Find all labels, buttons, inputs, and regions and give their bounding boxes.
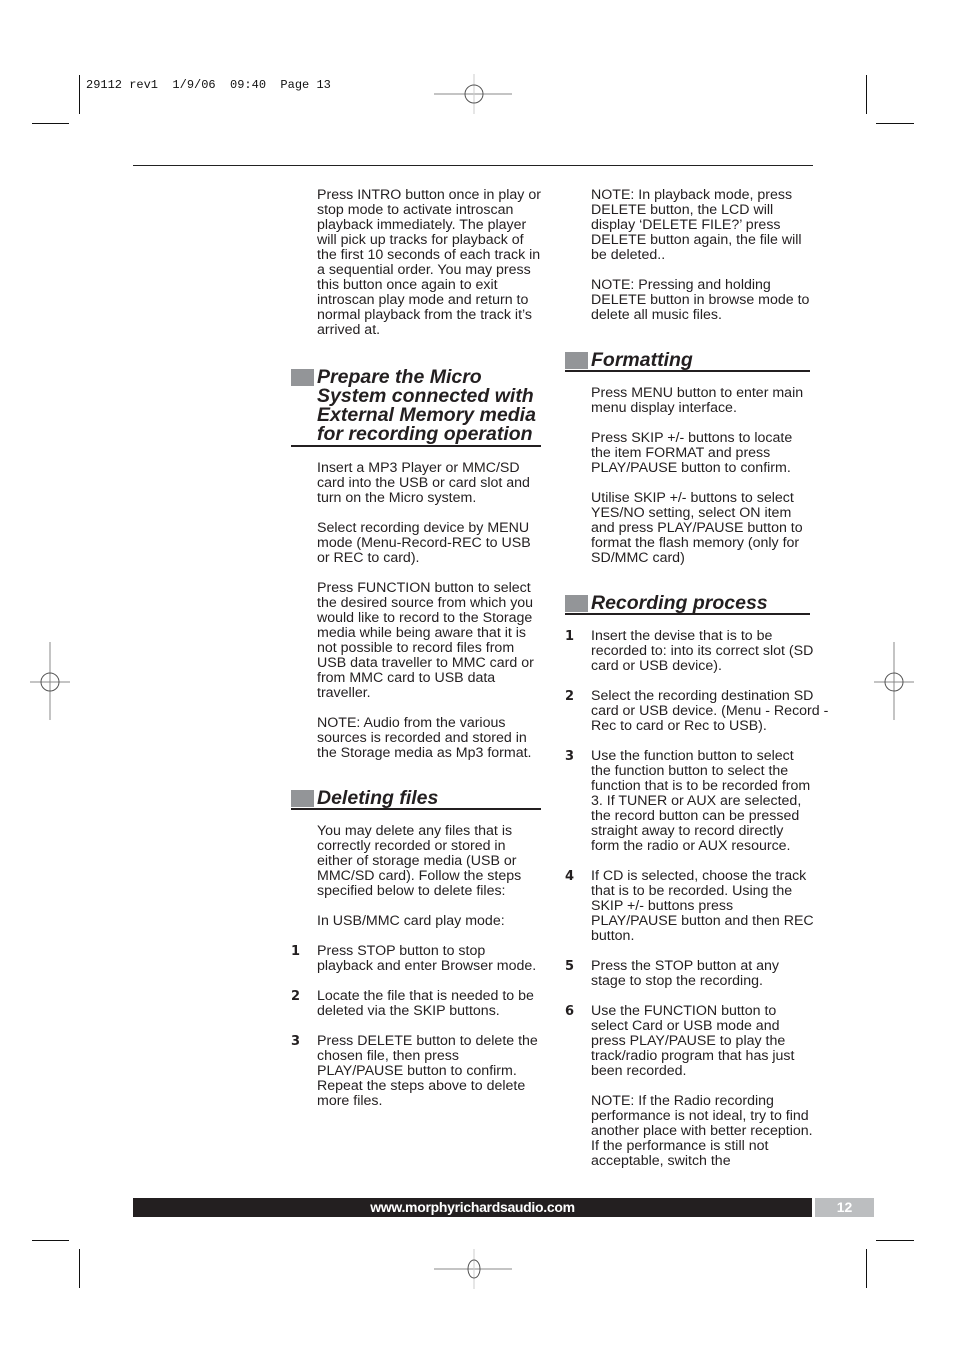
paragraph: Press FUNCTION button to select the desi… (317, 580, 534, 701)
step-number: 3 (565, 749, 575, 764)
step-text: Use the function button to select the fu… (591, 748, 811, 854)
print-slug: 29112 rev1 1/9/06 09:40 Page 13 (86, 78, 331, 92)
list-item: 1 Insert the devise that is to be record… (565, 629, 840, 674)
step-text: Press STOP button to stop playback and e… (317, 943, 537, 974)
heading-text: Formatting (591, 349, 693, 371)
crop-mark (866, 1249, 867, 1288)
section-heading-prepare: Prepare the Micro System connected with … (291, 366, 541, 447)
list-item: 5 Press the STOP button at any stage to … (565, 959, 840, 989)
section-heading-formatting: Formatting (565, 349, 810, 372)
heading-square-icon (565, 352, 588, 369)
list-item: 2 Select the recording destination SD ca… (565, 689, 840, 734)
step-number: 2 (291, 989, 301, 1004)
heading-text: Deleting files (317, 787, 439, 809)
section-heading-recording: Recording process (565, 592, 810, 615)
registration-mark-left-icon (30, 642, 70, 720)
paragraph: Select recording device by MENU mode (Me… (317, 520, 531, 566)
crop-mark (876, 123, 914, 124)
intro-paragraph: Press INTRO button once in play or stop … (317, 187, 541, 338)
step-number: 1 (291, 944, 301, 959)
paragraph: Press SKIP +/- buttons to locate the ite… (591, 430, 793, 476)
heading-square-icon (291, 790, 314, 807)
right-column: NOTE: In playback mode, press DELETE but… (565, 188, 840, 1184)
paragraph: NOTE: Audio from the various sources is … (317, 715, 532, 761)
crop-mark (876, 1240, 914, 1241)
paragraph: You may delete any files that is correct… (317, 823, 522, 899)
step-text: Select the recording destination SD card… (591, 688, 829, 734)
footer-url-bar: www.morphyrichardsaudio.com (133, 1198, 812, 1217)
step-text: Use the FUNCTION button to select Card o… (591, 1003, 795, 1079)
top-rule (133, 165, 813, 166)
step-number: 6 (565, 1004, 575, 1019)
section-heading-deleting: Deleting files (291, 787, 541, 810)
crop-mark (866, 75, 867, 114)
heading-square-icon (565, 595, 588, 612)
step-number: 3 (291, 1034, 301, 1049)
list-item: 1 Press STOP button to stop playback and… (291, 944, 541, 974)
step-text: Locate the file that is needed to be del… (317, 988, 534, 1019)
page-number: 12 (815, 1198, 874, 1217)
list-item: 6 Use the FUNCTION button to select Card… (565, 1004, 840, 1079)
list-item: 3 Use the function button to select the … (565, 749, 840, 854)
paragraph: In USB/MMC card play mode: (317, 913, 505, 929)
note: NOTE: If the Radio recording performance… (591, 1093, 813, 1169)
paragraph: Press MENU button to enter main menu dis… (591, 385, 804, 416)
website-link[interactable]: www.morphyrichardsaudio.com (370, 1199, 575, 1215)
heading-text: Recording process (591, 592, 768, 614)
crop-mark (32, 123, 69, 124)
paragraph: Insert a MP3 Player or MMC/SD card into … (317, 460, 530, 506)
crop-mark (32, 1240, 69, 1241)
list-item: 2 Locate the file that is needed to be d… (291, 989, 541, 1019)
heading-square-icon (291, 369, 314, 386)
note: NOTE: Pressing and holding DELETE button… (591, 277, 810, 323)
step-text: If CD is selected, choose the track that… (591, 868, 814, 944)
step-text: Press the STOP button at any stage to st… (591, 958, 779, 989)
left-column: Press INTRO button once in play or stop … (291, 188, 541, 1124)
step-number: 2 (565, 689, 575, 704)
note: NOTE: In playback mode, press DELETE but… (591, 187, 802, 263)
registration-mark-top-icon (434, 74, 512, 114)
registration-mark-bottom-icon (434, 1249, 512, 1289)
registration-mark-right-icon (874, 642, 914, 720)
step-number: 1 (565, 629, 575, 644)
heading-text: Prepare the Micro System connected with … (317, 366, 536, 445)
crop-mark (79, 1249, 80, 1288)
list-item: 3 Press DELETE button to delete the chos… (291, 1034, 541, 1109)
crop-mark (79, 75, 80, 114)
paragraph: Utilise SKIP +/- buttons to select YES/N… (591, 490, 803, 566)
step-text: Press DELETE button to delete the chosen… (317, 1033, 538, 1109)
list-item: 4 If CD is selected, choose the track th… (565, 869, 840, 944)
step-number: 4 (565, 869, 575, 884)
step-number: 5 (565, 959, 575, 974)
step-text: Insert the devise that is to be recorded… (591, 628, 814, 674)
